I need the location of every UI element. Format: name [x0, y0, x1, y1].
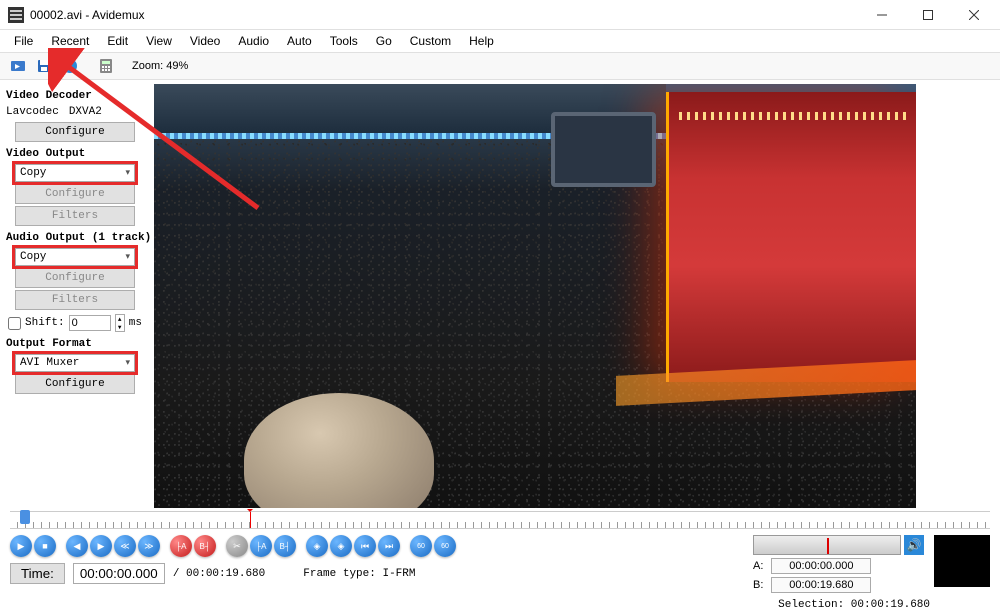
- timeline-marker: [250, 512, 251, 528]
- video-decoder-title: Video Decoder: [6, 90, 144, 102]
- menu-edit[interactable]: Edit: [99, 32, 136, 50]
- calculator-button[interactable]: [94, 54, 118, 78]
- decoder-codec-label: Lavcodec: [6, 106, 59, 118]
- video-output-value: Copy: [20, 167, 46, 179]
- fwd-60-button[interactable]: 60: [434, 535, 456, 557]
- open-video-button[interactable]: [6, 54, 30, 78]
- time-total: / 00:00:19.680: [173, 568, 265, 580]
- shift-input[interactable]: [69, 315, 111, 331]
- video-preview-area: [150, 80, 1000, 507]
- prev-keyframe-button[interactable]: ≪: [114, 535, 136, 557]
- window-titlebar: 00002.avi - Avidemux: [0, 0, 1000, 30]
- menu-video[interactable]: Video: [182, 32, 228, 50]
- menu-recent[interactable]: Recent: [43, 32, 97, 50]
- toolbar: i Zoom: 49%: [0, 52, 1000, 80]
- prev-black-button[interactable]: ◈: [306, 535, 328, 557]
- marker-b-value: 00:00:19.680: [771, 577, 871, 593]
- preview-thumbnail: [934, 535, 990, 587]
- audio-output-value: Copy: [20, 251, 46, 263]
- save-video-button[interactable]: [32, 54, 56, 78]
- sidebar: Video Decoder Lavcodec DXVA2 Configure V…: [0, 80, 150, 507]
- menu-file[interactable]: File: [6, 32, 41, 50]
- audio-output-select[interactable]: Copy ▾: [15, 248, 135, 266]
- marker-a-label: A:: [753, 560, 763, 572]
- close-button[interactable]: [960, 5, 988, 25]
- time-input[interactable]: [73, 563, 165, 584]
- video-output-title: Video Output: [6, 148, 144, 160]
- shift-unit: ms: [129, 317, 142, 329]
- goto-a-button[interactable]: ├A: [250, 535, 272, 557]
- timeline-cursor[interactable]: [20, 510, 30, 524]
- decoder-configure-button[interactable]: Configure: [15, 122, 135, 142]
- audio-configure-button[interactable]: Configure: [15, 268, 135, 288]
- chevron-down-icon: ▾: [125, 252, 130, 262]
- shift-spinner[interactable]: ▲▼: [115, 314, 125, 332]
- window-title: 00002.avi - Avidemux: [30, 8, 868, 22]
- output-format-value: AVI Muxer: [20, 357, 79, 369]
- selection-label: Selection: 00:00:19.680: [778, 599, 930, 611]
- goto-end-button[interactable]: ⏭: [378, 535, 400, 557]
- transport-controls: ▶ ■ ◀ ▶ ≪ ≫ ├A B┤ ✂ ├A B┤ ◈ ◈ ⏮ ⏭ 60 60: [10, 535, 456, 557]
- prev-frame-button[interactable]: ◀: [66, 535, 88, 557]
- next-frame-button[interactable]: ▶: [90, 535, 112, 557]
- frame-type: Frame type: I-FRM: [303, 568, 415, 580]
- video-configure-button[interactable]: Configure: [15, 184, 135, 204]
- decoder-accel-label: DXVA2: [69, 106, 102, 118]
- menu-custom[interactable]: Custom: [402, 32, 459, 50]
- timeline[interactable]: [10, 511, 990, 529]
- output-format-title: Output Format: [6, 338, 144, 350]
- app-icon: [8, 7, 24, 23]
- output-format-select[interactable]: AVI Muxer ▾: [15, 354, 135, 372]
- menu-help[interactable]: Help: [461, 32, 502, 50]
- next-keyframe-button[interactable]: ≫: [138, 535, 160, 557]
- audio-output-title: Audio Output (1 track): [6, 232, 144, 244]
- marker-a-value: 00:00:00.000: [771, 558, 871, 574]
- volume-slider[interactable]: [753, 535, 901, 555]
- menu-go[interactable]: Go: [368, 32, 400, 50]
- menu-auto[interactable]: Auto: [279, 32, 320, 50]
- time-button[interactable]: Time:: [10, 563, 65, 584]
- set-marker-a-button[interactable]: ├A: [170, 535, 192, 557]
- set-marker-b-button[interactable]: B┤: [194, 535, 216, 557]
- back-60-button[interactable]: 60: [410, 535, 432, 557]
- marker-b-label: B:: [753, 579, 763, 591]
- cut-button[interactable]: ✂: [226, 535, 248, 557]
- video-output-select[interactable]: Copy ▾: [15, 164, 135, 182]
- chevron-down-icon: ▾: [125, 358, 130, 368]
- goto-b-button[interactable]: B┤: [274, 535, 296, 557]
- video-filters-button[interactable]: Filters: [15, 206, 135, 226]
- menubar: File Recent Edit View Video Audio Auto T…: [0, 30, 1000, 52]
- shift-checkbox[interactable]: [8, 317, 21, 330]
- info-button[interactable]: i: [58, 54, 82, 78]
- play-button[interactable]: ▶: [10, 535, 32, 557]
- next-black-button[interactable]: ◈: [330, 535, 352, 557]
- volume-button[interactable]: 🔊: [904, 535, 924, 555]
- shift-label: Shift:: [25, 317, 65, 329]
- maximize-button[interactable]: [914, 5, 942, 25]
- audio-filters-button[interactable]: Filters: [15, 290, 135, 310]
- format-configure-button[interactable]: Configure: [15, 374, 135, 394]
- stop-button[interactable]: ■: [34, 535, 56, 557]
- goto-start-button[interactable]: ⏮: [354, 535, 376, 557]
- chevron-down-icon: ▾: [125, 168, 130, 178]
- video-frame: [154, 84, 916, 508]
- svg-text:i: i: [68, 61, 71, 73]
- menu-tools[interactable]: Tools: [322, 32, 366, 50]
- minimize-button[interactable]: [868, 5, 896, 25]
- menu-audio[interactable]: Audio: [230, 32, 277, 50]
- zoom-label: Zoom: 49%: [132, 60, 188, 72]
- menu-view[interactable]: View: [138, 32, 180, 50]
